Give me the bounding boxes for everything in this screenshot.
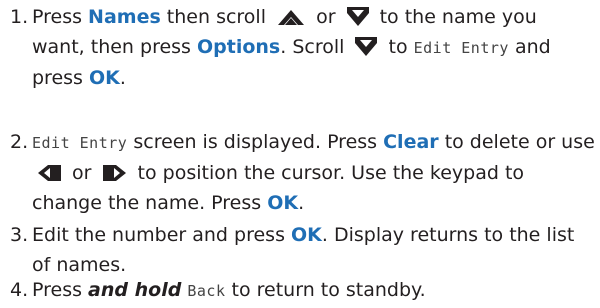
list-item: 3. Edit the number and press OK. Display… (10, 220, 595, 280)
step-number: 3. (10, 224, 29, 246)
ok-key-label: OK (88, 67, 120, 89)
names-key-label: Names (88, 6, 161, 28)
list-item: 2. Edit Entry screen is displayed. Press… (10, 127, 595, 218)
step-number: 1. (10, 6, 29, 28)
list-item: 4. Press and hold Back to return to stan… (10, 275, 595, 306)
step-text: Press and hold Back to return to standby… (32, 279, 426, 301)
ok-key-label: OK (267, 192, 299, 214)
options-key-label: Options (197, 36, 281, 58)
list-item: 1. Press Names then scroll or to the nam… (10, 2, 595, 93)
cursor-left-icon (36, 163, 62, 183)
back-display-text: Back (187, 282, 226, 300)
step-number: 2. (10, 131, 29, 153)
step-text: Edit Entry screen is displayed. Press Cl… (32, 131, 595, 214)
step-text: Edit the number and press OK. Display re… (32, 224, 575, 276)
step-number: 4. (10, 279, 29, 301)
instruction-list: 1. Press Names then scroll or to the nam… (0, 0, 600, 308)
edit-entry-display-text: Edit Entry (413, 39, 509, 57)
scroll-down-icon (346, 5, 370, 27)
step-text: Press Names then scroll or to the name y… (32, 5, 551, 89)
edit-entry-display-text: Edit Entry (32, 134, 128, 152)
and-hold-emphasis: and hold (88, 279, 182, 301)
scroll-up-icon (276, 7, 306, 27)
ok-key-label: OK (291, 224, 322, 246)
scroll-down-icon (354, 35, 378, 57)
clear-key-label: Clear (383, 131, 439, 153)
cursor-right-icon (102, 163, 128, 183)
